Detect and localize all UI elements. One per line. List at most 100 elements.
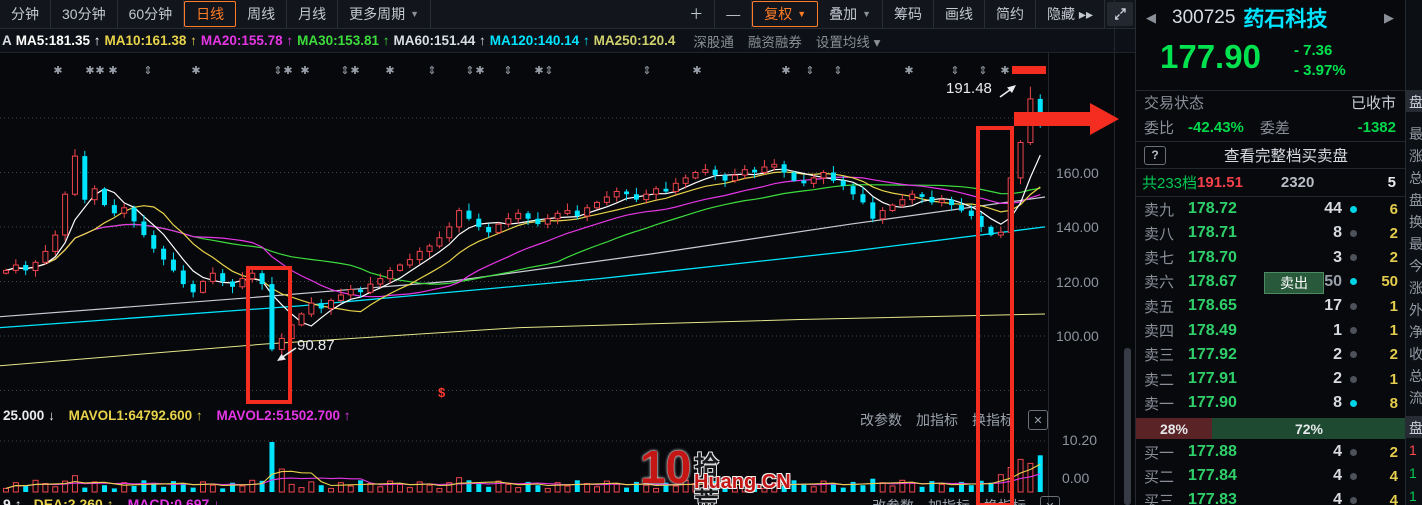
- ma-legend-5: MA60:151.44 ↑: [393, 33, 486, 48]
- annotation-box-crash: [246, 266, 292, 404]
- status-value: 已收市: [1350, 95, 1396, 112]
- sell-button[interactable]: 卖出: [1264, 271, 1324, 294]
- annotation-box-rally: [976, 126, 1014, 505]
- tool-button-0[interactable]: ＋: [678, 0, 716, 28]
- tool-button-5[interactable]: 画线: [934, 0, 986, 28]
- clipped-label: 总: [1409, 170, 1422, 186]
- weibi-row: 委比 -42.43% 委差 -1382: [1136, 114, 1406, 142]
- ma-legend-0: A: [2, 33, 12, 48]
- ask-row-7[interactable]: 卖七 178.70 3 2: [1136, 246, 1406, 270]
- ask-row-4[interactable]: 卖四 178.49 1 1: [1136, 319, 1406, 343]
- candlestick-chart[interactable]: ✱ ✱ ✱ ✱ ⇕ ✱ ⇕ ✱ ✱ ⇕ ✱ ✱ ⇕ ⇕ ✱ ⇕ ✱ ⇕ ⇕ ✱ ✱ ⇕ ⇕ ✱ ⇕ ⇕ ✱ ✱: [0, 52, 1135, 505]
- clipped-label: 总: [1409, 368, 1422, 384]
- sell-ratio: 28%: [1136, 418, 1212, 439]
- tool-button-4[interactable]: 筹码: [883, 0, 935, 28]
- ma-legend-1: MA5:181.35 ↑: [15, 33, 101, 48]
- svg-text:✱: ✱: [283, 65, 292, 77]
- link-0[interactable]: 深股通: [693, 31, 734, 51]
- svg-text:⇕: ⇕: [503, 65, 512, 77]
- svg-text:⇕: ⇕: [273, 65, 282, 77]
- full-depth-link[interactable]: 查看完整档买卖盘: [1224, 144, 1348, 166]
- next-stock-arrow[interactable]: ▶: [1376, 10, 1402, 26]
- link-1[interactable]: 融资融券: [748, 31, 802, 51]
- caret-down-icon: ▼: [862, 9, 872, 19]
- ma-legend-7: MA250:120.4: [593, 33, 676, 48]
- close-icon[interactable]: ✕: [1040, 496, 1060, 505]
- price-change: - 7.36: [1294, 42, 1333, 59]
- tool-button-3[interactable]: 叠加 ▼: [818, 0, 884, 28]
- dot-icon: [1350, 472, 1357, 480]
- clipped-label: 1: [1409, 488, 1417, 504]
- clipped-tab: 盘: [1406, 90, 1422, 112]
- clipped-label: 涨: [1409, 280, 1422, 296]
- active-dot-icon: [1350, 278, 1357, 286]
- prev-stock-arrow[interactable]: ◀: [1138, 10, 1164, 26]
- svg-text:⇕: ⇕: [143, 65, 152, 77]
- watermark-site: Huang.CN: [694, 471, 791, 493]
- period-toolbar: 分钟 30分钟 60分钟 日线 周线 月线 更多周期 ▼ ＋ — 复权 ▼ 叠加 ▼ 筹码 画线 简约 隐藏 ▸▸: [0, 0, 1135, 29]
- event-dollar-icon: $: [438, 385, 446, 400]
- volume-axis-label: 10.20: [1062, 432, 1098, 448]
- ask-row-5[interactable]: 卖五 178.65 17 1: [1136, 294, 1406, 318]
- help-icon[interactable]: ?: [1144, 145, 1166, 165]
- active-dot-icon: [1350, 399, 1357, 407]
- period-button-1[interactable]: 30分钟: [51, 0, 118, 28]
- period-button-2[interactable]: 60分钟: [118, 0, 185, 28]
- ask-row-2[interactable]: 卖二 177.91 2 1: [1136, 367, 1406, 391]
- annotation-low-price: 90.87: [297, 337, 335, 354]
- ma-settings-button[interactable]: 设置均线 ▾: [816, 31, 881, 51]
- watermark-10: 10: [640, 441, 692, 493]
- period-button-0[interactable]: 分钟: [0, 0, 51, 28]
- tool-button-2[interactable]: 复权 ▼: [752, 1, 819, 27]
- price-block: 177.90 - 7.36 - 3.97%: [1136, 36, 1406, 88]
- svg-text:✱: ✱: [904, 65, 913, 77]
- vol-arrow: ↓: [48, 408, 55, 423]
- clipped-tab: 盘: [1406, 416, 1422, 438]
- ask-row-1[interactable]: 卖一 177.90 8 8: [1136, 391, 1406, 415]
- bid-row-2[interactable]: 买二 177.84 4 4: [1136, 464, 1406, 488]
- clipped-label: 最: [1409, 236, 1422, 252]
- svg-text:⇕: ⇕: [427, 65, 436, 77]
- tool-button-7[interactable]: 隐藏 ▸▸: [1036, 0, 1105, 28]
- control-改参数[interactable]: 改参数: [872, 496, 914, 505]
- svg-text:✱: ✱: [692, 65, 701, 77]
- tool-button-6[interactable]: 简约: [985, 0, 1037, 28]
- svg-text:✱: ✱: [475, 65, 484, 77]
- period-button-5[interactable]: 月线: [287, 0, 339, 28]
- clipped-label: 今: [1409, 258, 1422, 274]
- ask-row-3[interactable]: 卖三 177.92 2 2: [1136, 343, 1406, 367]
- ask-row-9[interactable]: 卖九 178.72 44 6: [1136, 197, 1406, 221]
- period-button-4[interactable]: 周线: [236, 0, 288, 28]
- period-button-6[interactable]: 更多周期 ▼: [338, 0, 432, 28]
- y-axis-label: 160.00: [1056, 164, 1099, 181]
- tool-button-1[interactable]: —: [715, 0, 753, 28]
- full-depth-link-row[interactable]: ? 查看完整档买卖盘: [1136, 142, 1406, 169]
- period-button-3[interactable]: 日线: [184, 1, 237, 27]
- svg-text:✱: ✱: [85, 65, 94, 77]
- panel-divider: [1114, 0, 1115, 505]
- bid-row-1[interactable]: 买一 177.88 4 2: [1136, 440, 1406, 464]
- dot-icon: [1350, 448, 1357, 456]
- svg-text:✱: ✱: [1000, 65, 1009, 77]
- svg-text:⇕: ⇕: [642, 65, 651, 77]
- svg-text:⇕: ⇕: [950, 65, 959, 77]
- ask-row-6[interactable]: 卖六 178.67 50 50 卖出: [1136, 270, 1406, 294]
- order-book-panel: ◀ 300725 药石科技 ▶ 177.90 - 7.36 - 3.97% 交易…: [1135, 0, 1406, 505]
- buy-sell-ratio-bar: 28% 72%: [1136, 418, 1406, 439]
- control-加指标[interactable]: 加指标: [928, 496, 970, 505]
- svg-text:✱: ✱: [300, 65, 309, 77]
- ask-row-8[interactable]: 卖八 178.71 8 2: [1136, 221, 1406, 245]
- buy-ratio: 72%: [1212, 418, 1406, 439]
- control-改参数[interactable]: 改参数: [860, 410, 902, 430]
- svg-text:⇕: ⇕: [340, 65, 349, 77]
- fullscreen-expand-icon[interactable]: [1107, 2, 1133, 26]
- dea-arrow: ↑: [106, 496, 114, 505]
- depth-high: 191.51: [1197, 174, 1243, 191]
- weibi-label: 委比: [1144, 120, 1175, 137]
- control-加指标[interactable]: 加指标: [916, 410, 958, 430]
- bid-row-3[interactable]: 买三 177.83 4 4: [1136, 488, 1406, 505]
- indicator-controls-bottom: 改参数加指标换指标✕: [872, 496, 1060, 505]
- chart-scrollbar[interactable]: [1124, 348, 1131, 505]
- weicha-label: 委差: [1259, 120, 1290, 137]
- close-icon[interactable]: ✕: [1028, 410, 1048, 430]
